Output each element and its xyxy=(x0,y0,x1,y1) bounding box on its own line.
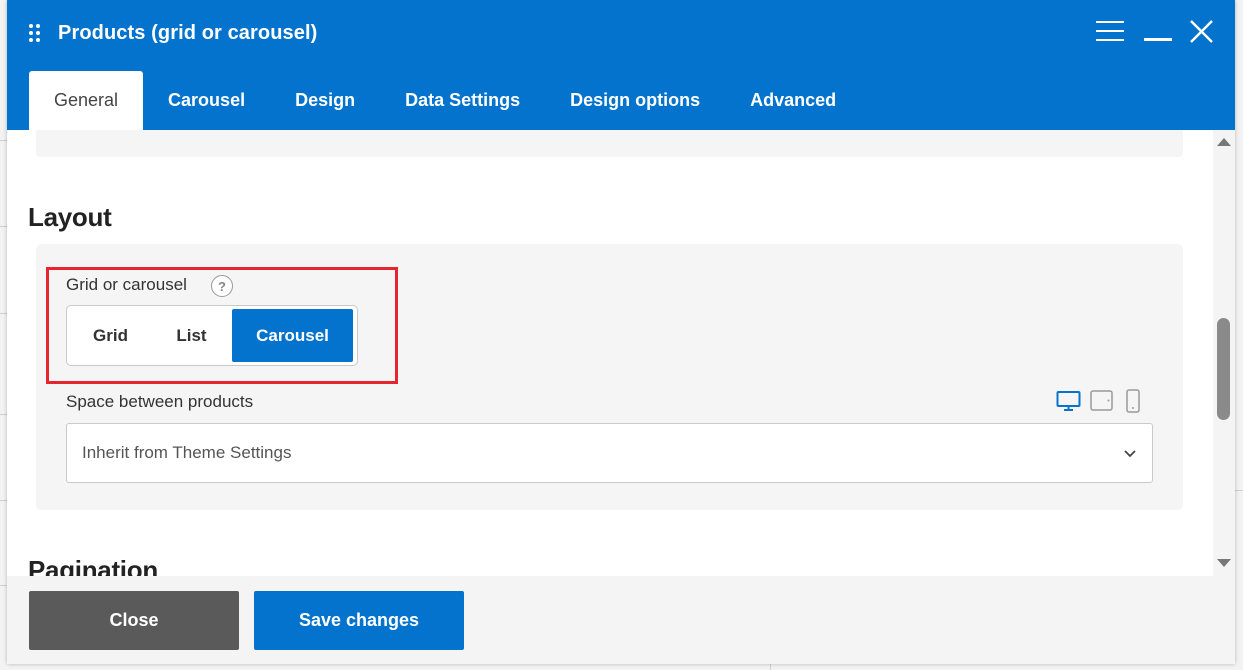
previous-settings-panel xyxy=(36,130,1183,157)
layout-section-title: Layout xyxy=(28,202,112,232)
chevron-down-icon xyxy=(1122,445,1138,461)
minimize-icon[interactable] xyxy=(1142,16,1174,48)
background-line xyxy=(0,313,7,314)
scroll-up-arrow-icon[interactable] xyxy=(1217,138,1231,146)
close-icon[interactable] xyxy=(1186,16,1218,48)
tab-advanced[interactable]: Advanced xyxy=(725,71,861,130)
modal-content: Layout Grid or carousel ? Grid List Caro… xyxy=(7,130,1213,576)
desktop-icon[interactable] xyxy=(1056,389,1081,415)
modal-header: Products (grid or carousel) General Caro… xyxy=(7,0,1235,130)
tab-bar: General Carousel Design Data Settings De… xyxy=(29,71,861,130)
background-line xyxy=(0,585,7,586)
element-settings-modal: Products (grid or carousel) General Caro… xyxy=(7,0,1235,664)
tab-data-settings[interactable]: Data Settings xyxy=(380,71,545,130)
tab-design-options[interactable]: Design options xyxy=(545,71,725,130)
option-list-button[interactable]: List xyxy=(151,309,232,362)
mobile-icon[interactable] xyxy=(1125,389,1141,415)
grid-or-carousel-selector: Grid List Carousel xyxy=(66,305,358,366)
scrollbar[interactable] xyxy=(1213,130,1235,576)
background-line xyxy=(0,140,7,141)
select-value: Inherit from Theme Settings xyxy=(82,443,292,462)
close-button[interactable]: Close xyxy=(29,591,239,650)
background-line xyxy=(0,226,7,227)
tablet-icon[interactable] xyxy=(1090,389,1113,415)
hamburger-menu-icon[interactable] xyxy=(1094,16,1126,48)
tab-design[interactable]: Design xyxy=(270,71,380,130)
scroll-down-arrow-icon[interactable] xyxy=(1217,559,1231,567)
grid-or-carousel-label: Grid or carousel xyxy=(66,275,187,294)
help-icon[interactable]: ? xyxy=(211,275,233,297)
background-line xyxy=(0,414,7,415)
tab-carousel[interactable]: Carousel xyxy=(143,71,270,130)
save-changes-button[interactable]: Save changes xyxy=(254,591,464,650)
background-line xyxy=(0,500,7,501)
space-between-products-label: Space between products xyxy=(66,392,254,411)
space-between-products-select[interactable]: Inherit from Theme Settings xyxy=(66,423,1153,483)
drag-handle-icon[interactable] xyxy=(29,24,43,42)
tab-general[interactable]: General xyxy=(29,71,144,130)
background-line xyxy=(1235,490,1243,491)
option-carousel-button[interactable]: Carousel xyxy=(232,309,353,362)
modal-footer: Close Save changes xyxy=(7,576,1235,664)
scrollbar-thumb[interactable] xyxy=(1217,318,1230,420)
option-grid-button[interactable]: Grid xyxy=(70,309,151,362)
pagination-section-title: Pagination xyxy=(28,555,158,576)
modal-title: Products (grid or carousel) xyxy=(58,22,318,44)
